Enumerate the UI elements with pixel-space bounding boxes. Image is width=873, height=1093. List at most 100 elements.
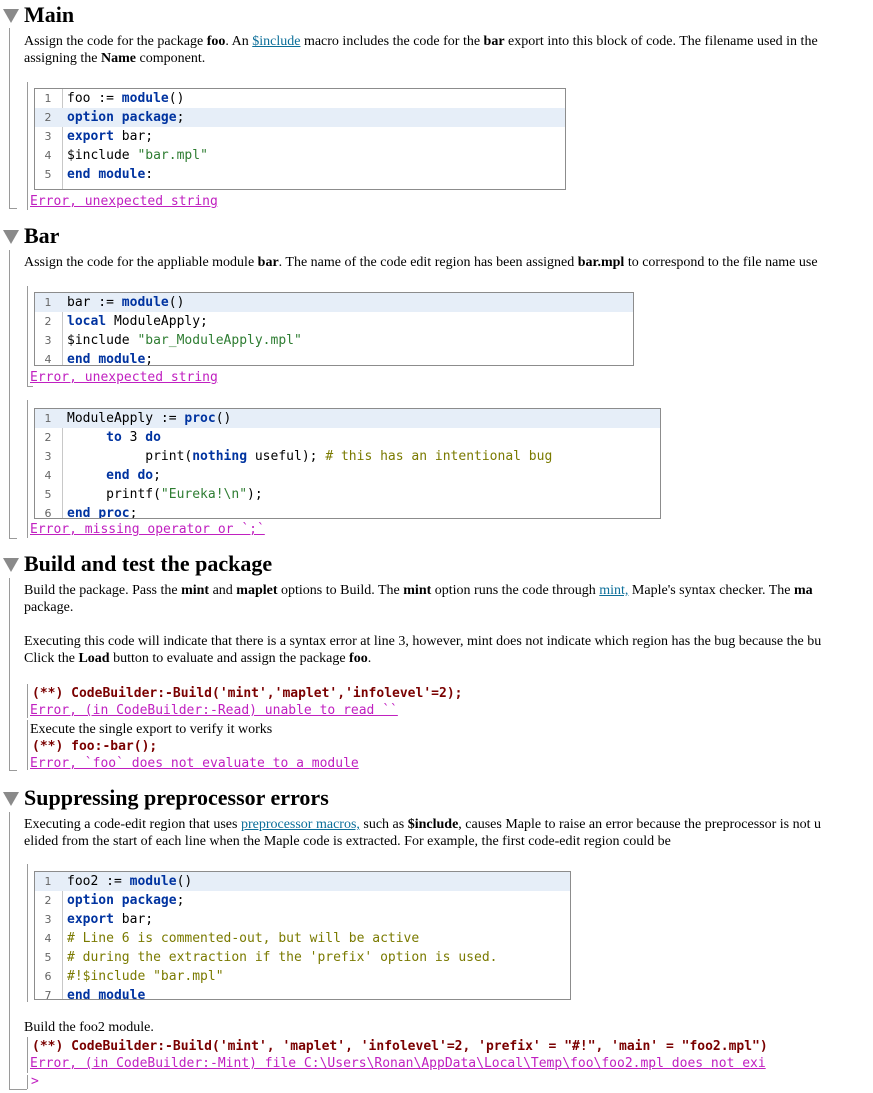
line-number: 2	[44, 431, 52, 444]
code-line[interactable]: 4 # Line 6 is commented-out, but will be …	[35, 929, 570, 948]
code-line[interactable]: 7 end module	[35, 986, 570, 999]
code-line[interactable]: 1 foo2 := module()	[35, 872, 570, 891]
maple-input[interactable]: (**) foo:-bar();	[32, 738, 157, 755]
line-number: 1	[44, 875, 52, 888]
note-text: Execute the single export to verify it w…	[30, 722, 273, 737]
code-text[interactable]: to 3 do	[67, 428, 161, 447]
line-number: 6	[44, 970, 52, 983]
line-number: 4	[44, 353, 52, 366]
code-text[interactable]: foo2 := module()	[67, 872, 192, 891]
line-number: 5	[44, 951, 52, 964]
maple-input[interactable]: (**) CodeBuilder:-Build('mint','maplet',…	[32, 685, 462, 702]
bracket-foot	[9, 538, 17, 539]
code-line[interactable]: 2 to 3 do	[35, 428, 660, 447]
collapse-triangle-icon[interactable]	[3, 558, 19, 572]
code-text[interactable]: end proc;	[67, 504, 137, 518]
error-message: Error, unexpected string	[30, 370, 218, 385]
error-message: Error, `foo` does not evaluate to a modu…	[30, 756, 359, 771]
code-line[interactable]: 3 print(nothing useful); # this has an i…	[35, 447, 660, 466]
code-line[interactable]: 5 end module:	[35, 165, 565, 184]
code-text[interactable]: export bar;	[67, 127, 153, 146]
code-text[interactable]: print(nothing useful); # this has an int…	[67, 447, 552, 466]
line-number: 3	[44, 450, 52, 463]
collapse-triangle-icon[interactable]	[3, 9, 19, 23]
line-number: 6	[44, 507, 52, 519]
code-text[interactable]: export bar;	[67, 910, 153, 929]
include-link[interactable]: $include	[252, 34, 300, 49]
input-prompt[interactable]: >	[31, 1074, 39, 1090]
code-edit-region[interactable]: 1 foo := module() 2 option package; 3 export …	[34, 88, 566, 190]
code-text[interactable]: end module	[67, 986, 145, 999]
line-number: 4	[44, 932, 52, 945]
execution-group-bracket	[27, 286, 28, 386]
code-text[interactable]: ModuleApply := proc()	[67, 409, 231, 428]
section-title-build: Build and test the package	[24, 551, 273, 576]
suppress-paragraph-1: Executing a code-edit region that uses p…	[24, 817, 821, 832]
code-line[interactable]: 4 end do;	[35, 466, 660, 485]
code-line[interactable]: 3 export bar;	[35, 127, 565, 146]
collapse-triangle-icon[interactable]	[3, 792, 19, 806]
code-line[interactable]: 3 export bar;	[35, 910, 570, 929]
code-text[interactable]: printf("Eureka!\n");	[67, 485, 263, 504]
code-text[interactable]: #!$include "bar.mpl"	[67, 967, 224, 986]
preprocessor-macros-link[interactable]: preprocessor macros,	[241, 817, 360, 832]
code-text[interactable]: end do;	[67, 466, 161, 485]
code-text[interactable]: $include "bar_ModuleApply.mpl"	[67, 331, 302, 350]
code-edit-region[interactable]: 1 foo2 := module() 2 option package; 3 export…	[34, 871, 571, 1000]
code-text[interactable]: option package;	[67, 891, 184, 910]
main-paragraph-1: Assign the code for the package foo. An …	[24, 34, 818, 49]
execution-group-bracket	[27, 1037, 28, 1073]
code-text[interactable]: foo := module()	[67, 89, 184, 108]
execution-group-bracket	[27, 864, 28, 1002]
build-paragraph-1: Build the package. Pass the mint and map…	[24, 583, 813, 598]
code-line[interactable]: 1 ModuleApply := proc()	[35, 409, 660, 428]
line-number: 4	[44, 469, 52, 482]
collapse-triangle-icon[interactable]	[3, 230, 19, 244]
code-text[interactable]: end module;	[67, 350, 153, 365]
build-paragraph-3: Executing this code will indicate that t…	[24, 634, 822, 649]
mint-link[interactable]: mint,	[599, 583, 628, 598]
line-number: 3	[44, 130, 52, 143]
code-line[interactable]: 2 local ModuleApply;	[35, 312, 633, 331]
code-edit-region[interactable]: 1 ModuleApply := proc() 2 to 3 do 3 print(n…	[34, 408, 661, 519]
code-line[interactable]: 4 $include "bar.mpl"	[35, 146, 565, 165]
code-text[interactable]: # Line 6 is commented-out, but will be a…	[67, 929, 419, 948]
error-message: Error, (in CodeBuilder:-Mint) file C:\Us…	[30, 1056, 766, 1071]
code-line[interactable]: 6 end proc;	[35, 504, 660, 519]
line-number: 1	[44, 296, 52, 309]
line-number: 4	[44, 149, 52, 162]
code-text[interactable]: local ModuleApply;	[67, 312, 208, 331]
section-title-bar: Bar	[24, 223, 60, 248]
code-line[interactable]: 1 bar := module()	[35, 293, 633, 312]
build-paragraph-2: package.	[24, 600, 74, 615]
code-line[interactable]: 4 end module;	[35, 350, 633, 366]
code-line[interactable]: 6 #!$include "bar.mpl"	[35, 967, 570, 986]
build-foo2-note: Build the foo2 module.	[24, 1020, 154, 1035]
code-line[interactable]: 2 option package;	[35, 891, 570, 910]
code-line[interactable]: 3 $include "bar_ModuleApply.mpl"	[35, 331, 633, 350]
maple-input[interactable]: (**) CodeBuilder:-Build('mint', 'maplet'…	[32, 1038, 768, 1055]
code-text[interactable]: end module:	[67, 165, 153, 184]
code-text[interactable]: $include "bar.mpl"	[67, 146, 208, 165]
bar-paragraph-1: Assign the code for the appliable module…	[24, 255, 818, 270]
code-line[interactable]: 5 printf("Eureka!\n");	[35, 485, 660, 504]
code-line[interactable]: 2 option package;	[35, 108, 565, 127]
code-line[interactable]: 1 foo := module()	[35, 89, 565, 108]
bracket-foot	[9, 208, 17, 209]
execution-group-bracket	[9, 250, 10, 538]
code-text[interactable]: option package;	[67, 108, 184, 127]
bracket-foot	[9, 1089, 27, 1090]
build-paragraph-4: Click the Load button to evaluate and as…	[24, 651, 372, 666]
suppress-paragraph-2: elided from the start of each line when …	[24, 834, 671, 849]
execution-group-bracket	[27, 720, 28, 770]
execution-group-bracket	[27, 684, 28, 718]
execution-group-bracket	[9, 578, 10, 770]
code-text[interactable]: bar := module()	[67, 293, 184, 312]
execution-group-bracket	[27, 1075, 28, 1089]
execution-group-bracket	[27, 400, 28, 538]
error-message: Error, (in CodeBuilder:-Read) unable to …	[30, 703, 398, 718]
code-text[interactable]: # during the extraction if the 'prefix' …	[67, 948, 497, 967]
code-line[interactable]: 5 # during the extraction if the 'prefix'…	[35, 948, 570, 967]
bracket-foot	[9, 770, 17, 771]
code-edit-region[interactable]: 1 bar := module() 2 local ModuleApply; 3 $inc…	[34, 292, 634, 366]
